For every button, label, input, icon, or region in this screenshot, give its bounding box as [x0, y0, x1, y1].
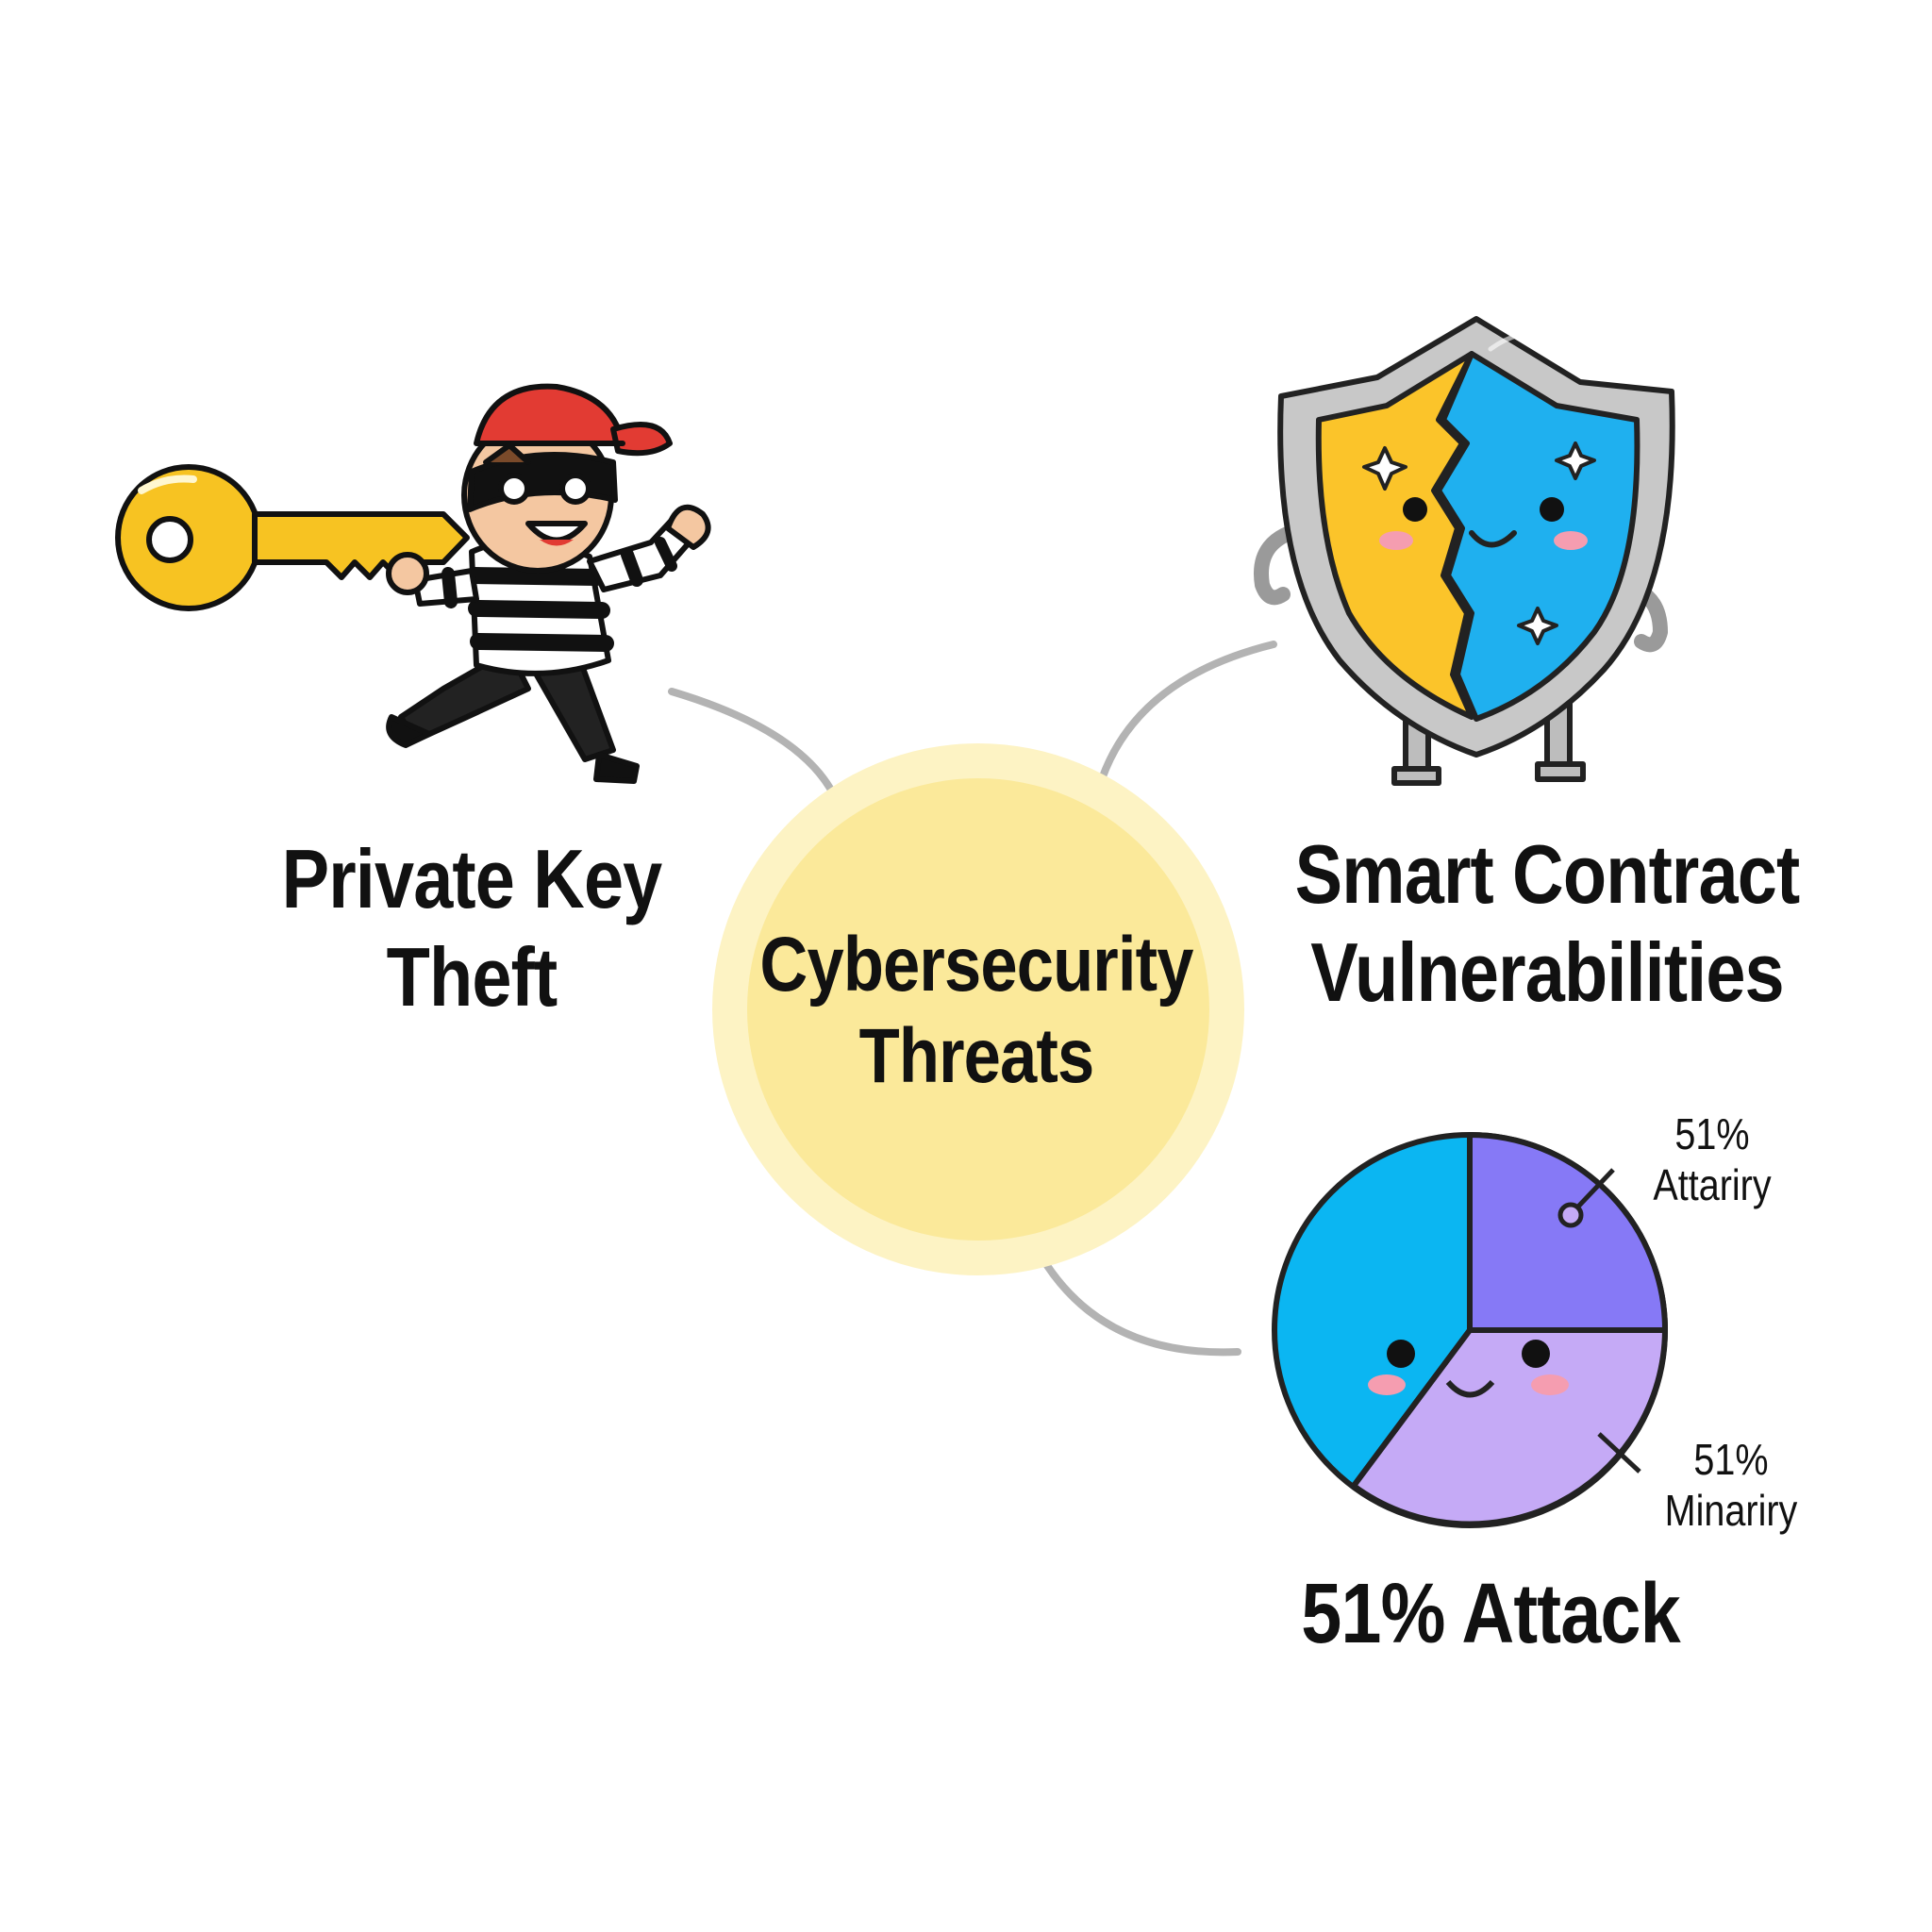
- pie-chart-face-icon: [1272, 1132, 1668, 1528]
- node-label-line-1: 51% Attack: [1301, 1567, 1680, 1661]
- center-line-2: Threats: [858, 1012, 1095, 1099]
- pie-callout-upper: 51% Attariry: [1619, 1108, 1806, 1211]
- node-label-51-attack: 51% Attack: [1279, 1564, 1701, 1664]
- node-label-private-key-theft: Private Key Theft: [269, 830, 675, 1026]
- node-label-smart-contract: Smart Contract Vulnerabilities: [1279, 825, 1815, 1022]
- center-node-label: Cybersecurity Threats: [729, 920, 1224, 1103]
- thief-with-key-icon: [115, 383, 711, 784]
- pie-callout-percent: 51%: [1674, 1109, 1750, 1158]
- pie-callout-text: Attariry: [1653, 1160, 1772, 1210]
- node-label-line-2: Vulnerabilities: [1310, 924, 1784, 1019]
- pie-callout-percent: 51%: [1693, 1435, 1769, 1484]
- pie-callout-text: Minariry: [1664, 1486, 1798, 1536]
- diagram-canvas: Cybersecurity Threats Private Key Theft …: [0, 0, 1932, 1932]
- pie-callout-lower: 51% Minariry: [1638, 1434, 1824, 1537]
- node-label-line-1: Smart Contract: [1294, 827, 1801, 921]
- cracked-shield-icon: [1254, 316, 1675, 786]
- center-line-1: Cybersecurity: [759, 922, 1193, 1008]
- node-label-line-1: Private Key: [281, 832, 663, 925]
- node-label-line-2: Theft: [386, 929, 558, 1024]
- connector-smart-contract: [1095, 641, 1277, 791]
